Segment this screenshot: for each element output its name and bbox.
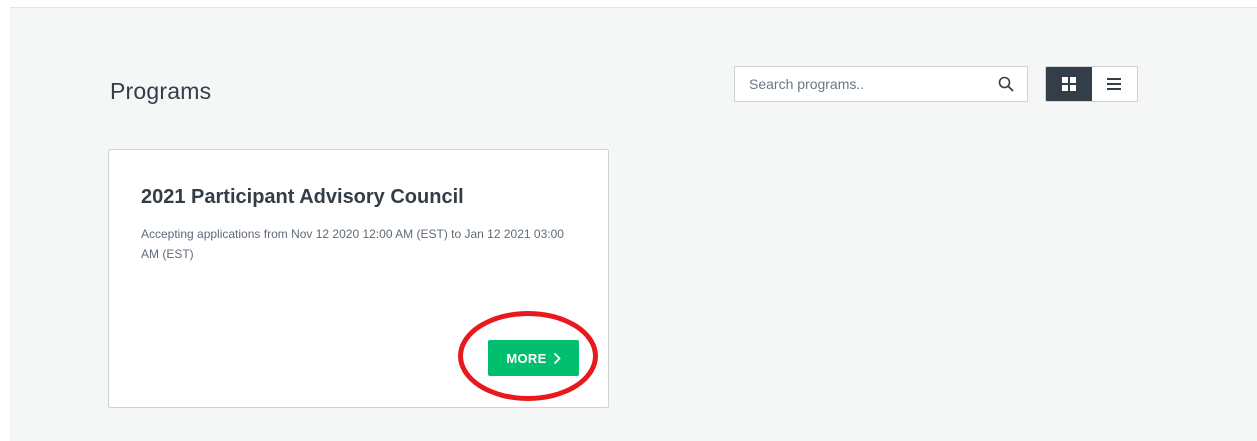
search-input[interactable] [735,67,999,101]
page-title: Programs [110,78,212,104]
programs-page: Programs 2021 Participant Advisory Cou [10,7,1257,441]
search-box[interactable] [734,66,1028,102]
program-title: 2021 Participant Advisory Council [141,186,464,208]
list-view-button[interactable] [1092,67,1138,101]
grid-view-button[interactable] [1046,67,1092,101]
grid-icon [1061,77,1076,91]
more-button[interactable]: MORE [488,340,579,376]
program-description: Accepting applications from Nov 12 2020 … [141,227,564,261]
program-card: 2021 Participant Advisory Council Accept… [108,149,609,408]
view-toggle [1045,66,1138,102]
more-button-label: MORE [506,350,547,366]
search-icon[interactable] [998,76,1014,92]
chevron-right-icon [553,352,561,364]
list-icon [1107,78,1122,90]
